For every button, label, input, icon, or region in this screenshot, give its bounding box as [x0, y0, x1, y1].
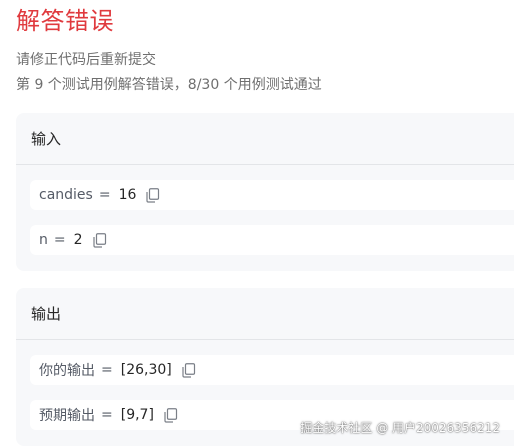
copy-icon[interactable] — [164, 407, 178, 423]
output-value: [9,7] — [120, 407, 154, 423]
copy-icon[interactable] — [182, 362, 196, 378]
result-hint: 请修正代码后重新提交 — [16, 52, 156, 68]
input-panel-header: 输入 — [16, 113, 514, 165]
output-name: 预期输出 — [39, 408, 95, 424]
output-name: 你的输出 — [39, 363, 95, 379]
input-row-candies: candies = 16 — [30, 180, 514, 210]
copy-icon[interactable] — [92, 232, 107, 248]
equals-sign: = — [98, 187, 111, 203]
output-value: [26,30] — [120, 362, 172, 378]
result-page: 解答错误 请修正代码后重新提交 第 9 个测试用例解答错误，8/30 个用例测试… — [0, 0, 514, 446]
output-row-actual: 你的输出 = [26,30] — [30, 355, 514, 385]
result-summary: 第 9 个测试用例解答错误，8/30 个用例测试通过 — [16, 77, 322, 93]
param-name: candies — [39, 187, 93, 203]
equals-sign: = — [53, 232, 66, 248]
input-panel: 输入 candies = 16 n = 2 — [16, 113, 514, 271]
output-panel-header: 输出 — [16, 288, 514, 340]
copy-icon[interactable] — [146, 187, 160, 203]
result-title: 解答错误 — [16, 7, 114, 35]
param-value: 2 — [73, 232, 83, 248]
watermark: 掘金技术社区 @ 用户20026356212 — [300, 421, 500, 435]
equals-sign: = — [101, 407, 113, 423]
input-row-n: n = 2 — [30, 225, 514, 255]
param-name: n — [39, 232, 48, 248]
equals-sign: = — [101, 362, 113, 378]
param-value: 16 — [118, 187, 137, 203]
